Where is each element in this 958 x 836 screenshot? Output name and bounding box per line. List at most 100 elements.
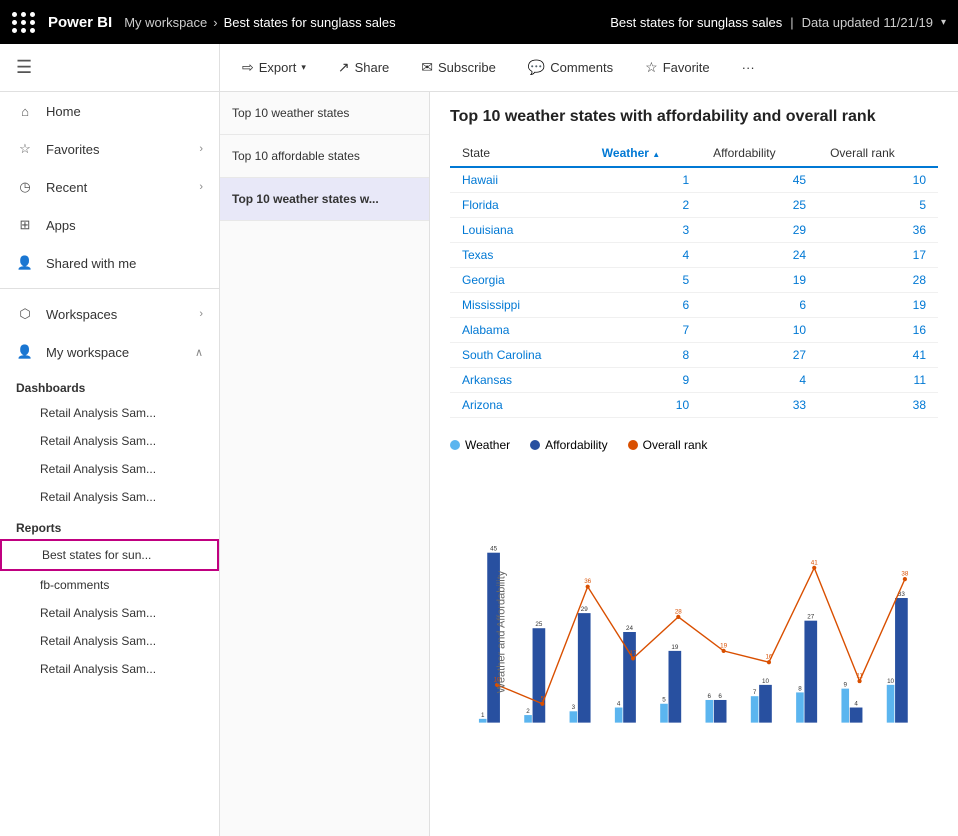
breadcrumb: My workspace › Best states for sunglass … [124, 15, 395, 30]
bar-weather [796, 692, 804, 722]
home-icon: ⌂ [16, 102, 34, 120]
dashboard-item-3[interactable]: Retail Analysis Sam... [0, 455, 219, 483]
table-cell: 2 [590, 193, 701, 218]
hamburger-icon[interactable]: ☰ [16, 57, 32, 78]
export-chevron-icon: ▾ [301, 62, 306, 73]
page-item-1[interactable]: Top 10 weather states [220, 92, 429, 135]
breadcrumb-report: Best states for sunglass sales [224, 15, 396, 30]
share-button[interactable]: ↗ Share [332, 55, 395, 80]
report-item-retail-2[interactable]: Retail Analysis Sam... [0, 627, 219, 655]
more-button[interactable]: ··· [736, 56, 761, 79]
sidebar-item-workspaces[interactable]: ⬡ Workspaces › [0, 295, 219, 333]
pages-panel: Top 10 weather states Top 10 affordable … [220, 92, 430, 836]
left-nav: ☰ ⌂ Home ☆ Favorites › ◷ Recent › ⊞ Apps… [0, 44, 220, 836]
table-cell: 19 [818, 293, 938, 318]
bar-weather [570, 711, 578, 722]
star-icon: ☆ [16, 140, 34, 158]
comments-icon: 💬 [528, 59, 545, 76]
sidebar-item-apps[interactable]: ⊞ Apps [0, 206, 219, 244]
table-cell: 29 [701, 218, 818, 243]
export-label: Export [259, 60, 297, 75]
table-row: Florida2255 [450, 193, 938, 218]
report-title-bar: Best states for sunglass sales [610, 15, 782, 30]
table-cell: Alabama [450, 318, 590, 343]
bar-label: 25 [535, 621, 542, 628]
dashboard-item-1[interactable]: Retail Analysis Sam... [0, 399, 219, 427]
sidebar-item-myworkspace-label: My workspace [46, 345, 183, 360]
col-affordability[interactable]: Affordability [701, 140, 818, 167]
table-cell: Arkansas [450, 368, 590, 393]
comments-button[interactable]: 💬 Comments [522, 55, 619, 80]
main-layout: ☰ ⌂ Home ☆ Favorites › ◷ Recent › ⊞ Apps… [0, 44, 958, 836]
bar-label: 29 [581, 606, 588, 613]
reports-header: Reports [0, 511, 219, 539]
chevron-down-icon[interactable]: ▾ [941, 17, 946, 28]
table-cell: 24 [701, 243, 818, 268]
sidebar-item-recent[interactable]: ◷ Recent › [0, 168, 219, 206]
sidebar-item-home[interactable]: ⌂ Home [0, 92, 219, 130]
grid-icon[interactable] [12, 12, 36, 33]
dashboards-header: Dashboards [0, 371, 219, 399]
page-item-2[interactable]: Top 10 affordable states [220, 135, 429, 178]
table-cell: Louisiana [450, 218, 590, 243]
report-item-retail-1[interactable]: Retail Analysis Sam... [0, 599, 219, 627]
line-dot [540, 702, 544, 706]
bar-weather [660, 704, 668, 723]
sidebar-item-favorites-label: Favorites [46, 142, 187, 157]
report-item-retail-3[interactable]: Retail Analysis Sam... [0, 655, 219, 683]
dashboard-item-4[interactable]: Retail Analysis Sam... [0, 483, 219, 511]
legend-dot [628, 440, 638, 450]
clock-icon: ◷ [16, 178, 34, 196]
subscribe-button[interactable]: ✉ Subscribe [415, 55, 502, 80]
line-dot [631, 656, 635, 660]
col-overall-rank[interactable]: Overall rank [818, 140, 938, 167]
table-cell: 9 [590, 368, 701, 393]
report-item-fb-comments[interactable]: fb-comments [0, 571, 219, 599]
report-item-best-states[interactable]: Best states for sun... [0, 539, 219, 571]
top-bar: Power BI My workspace › Best states for … [0, 0, 958, 44]
bar-weather [841, 689, 849, 723]
table-cell: 28 [818, 268, 938, 293]
export-button[interactable]: ⇨ Export ▾ [236, 55, 312, 80]
table-cell: 17 [818, 243, 938, 268]
col-state[interactable]: State [450, 140, 590, 167]
bar-label: 6 [708, 693, 712, 700]
page-item-3[interactable]: Top 10 weather states w... [220, 178, 429, 221]
share-label: Share [355, 60, 390, 75]
breadcrumb-workspace[interactable]: My workspace [124, 15, 207, 30]
sidebar-item-favorites[interactable]: ☆ Favorites › [0, 130, 219, 168]
bar-weather [751, 696, 759, 722]
bar-affordability [804, 621, 817, 723]
line-dot [812, 566, 816, 570]
sidebar-item-myworkspace[interactable]: 👤 My workspace ∧ [0, 333, 219, 371]
pipe-separator: | [790, 15, 793, 30]
table-cell: 33 [701, 393, 818, 418]
sidebar-item-shared-label: Shared with me [46, 256, 203, 271]
viz-area: Top 10 weather states with affordability… [430, 92, 958, 836]
line-dot [767, 660, 771, 664]
comments-label: Comments [550, 60, 613, 75]
line-dot [903, 577, 907, 581]
legend-label: Weather [465, 438, 510, 452]
export-icon: ⇨ [242, 59, 254, 76]
table-cell: 36 [818, 218, 938, 243]
chevron-right-icon: › [199, 143, 203, 155]
table-cell: 7 [590, 318, 701, 343]
table-cell: Arizona [450, 393, 590, 418]
dashboard-item-2[interactable]: Retail Analysis Sam... [0, 427, 219, 455]
col-weather[interactable]: Weather ▲ [590, 140, 701, 167]
favorite-button[interactable]: ☆ Favorite [639, 55, 716, 80]
line-dot [676, 615, 680, 619]
table-cell: 5 [818, 193, 938, 218]
line-label: 36 [584, 578, 591, 585]
bar-weather [887, 685, 895, 723]
table-cell: Florida [450, 193, 590, 218]
bar-label: 27 [807, 614, 814, 621]
sidebar-item-apps-label: Apps [46, 218, 203, 233]
table-cell: 1 [590, 167, 701, 193]
legend-dot [530, 440, 540, 450]
sidebar-item-home-label: Home [46, 104, 203, 119]
sidebar-item-shared[interactable]: 👤 Shared with me [0, 244, 219, 282]
brand-logo: Power BI [48, 14, 112, 31]
table-cell: Texas [450, 243, 590, 268]
